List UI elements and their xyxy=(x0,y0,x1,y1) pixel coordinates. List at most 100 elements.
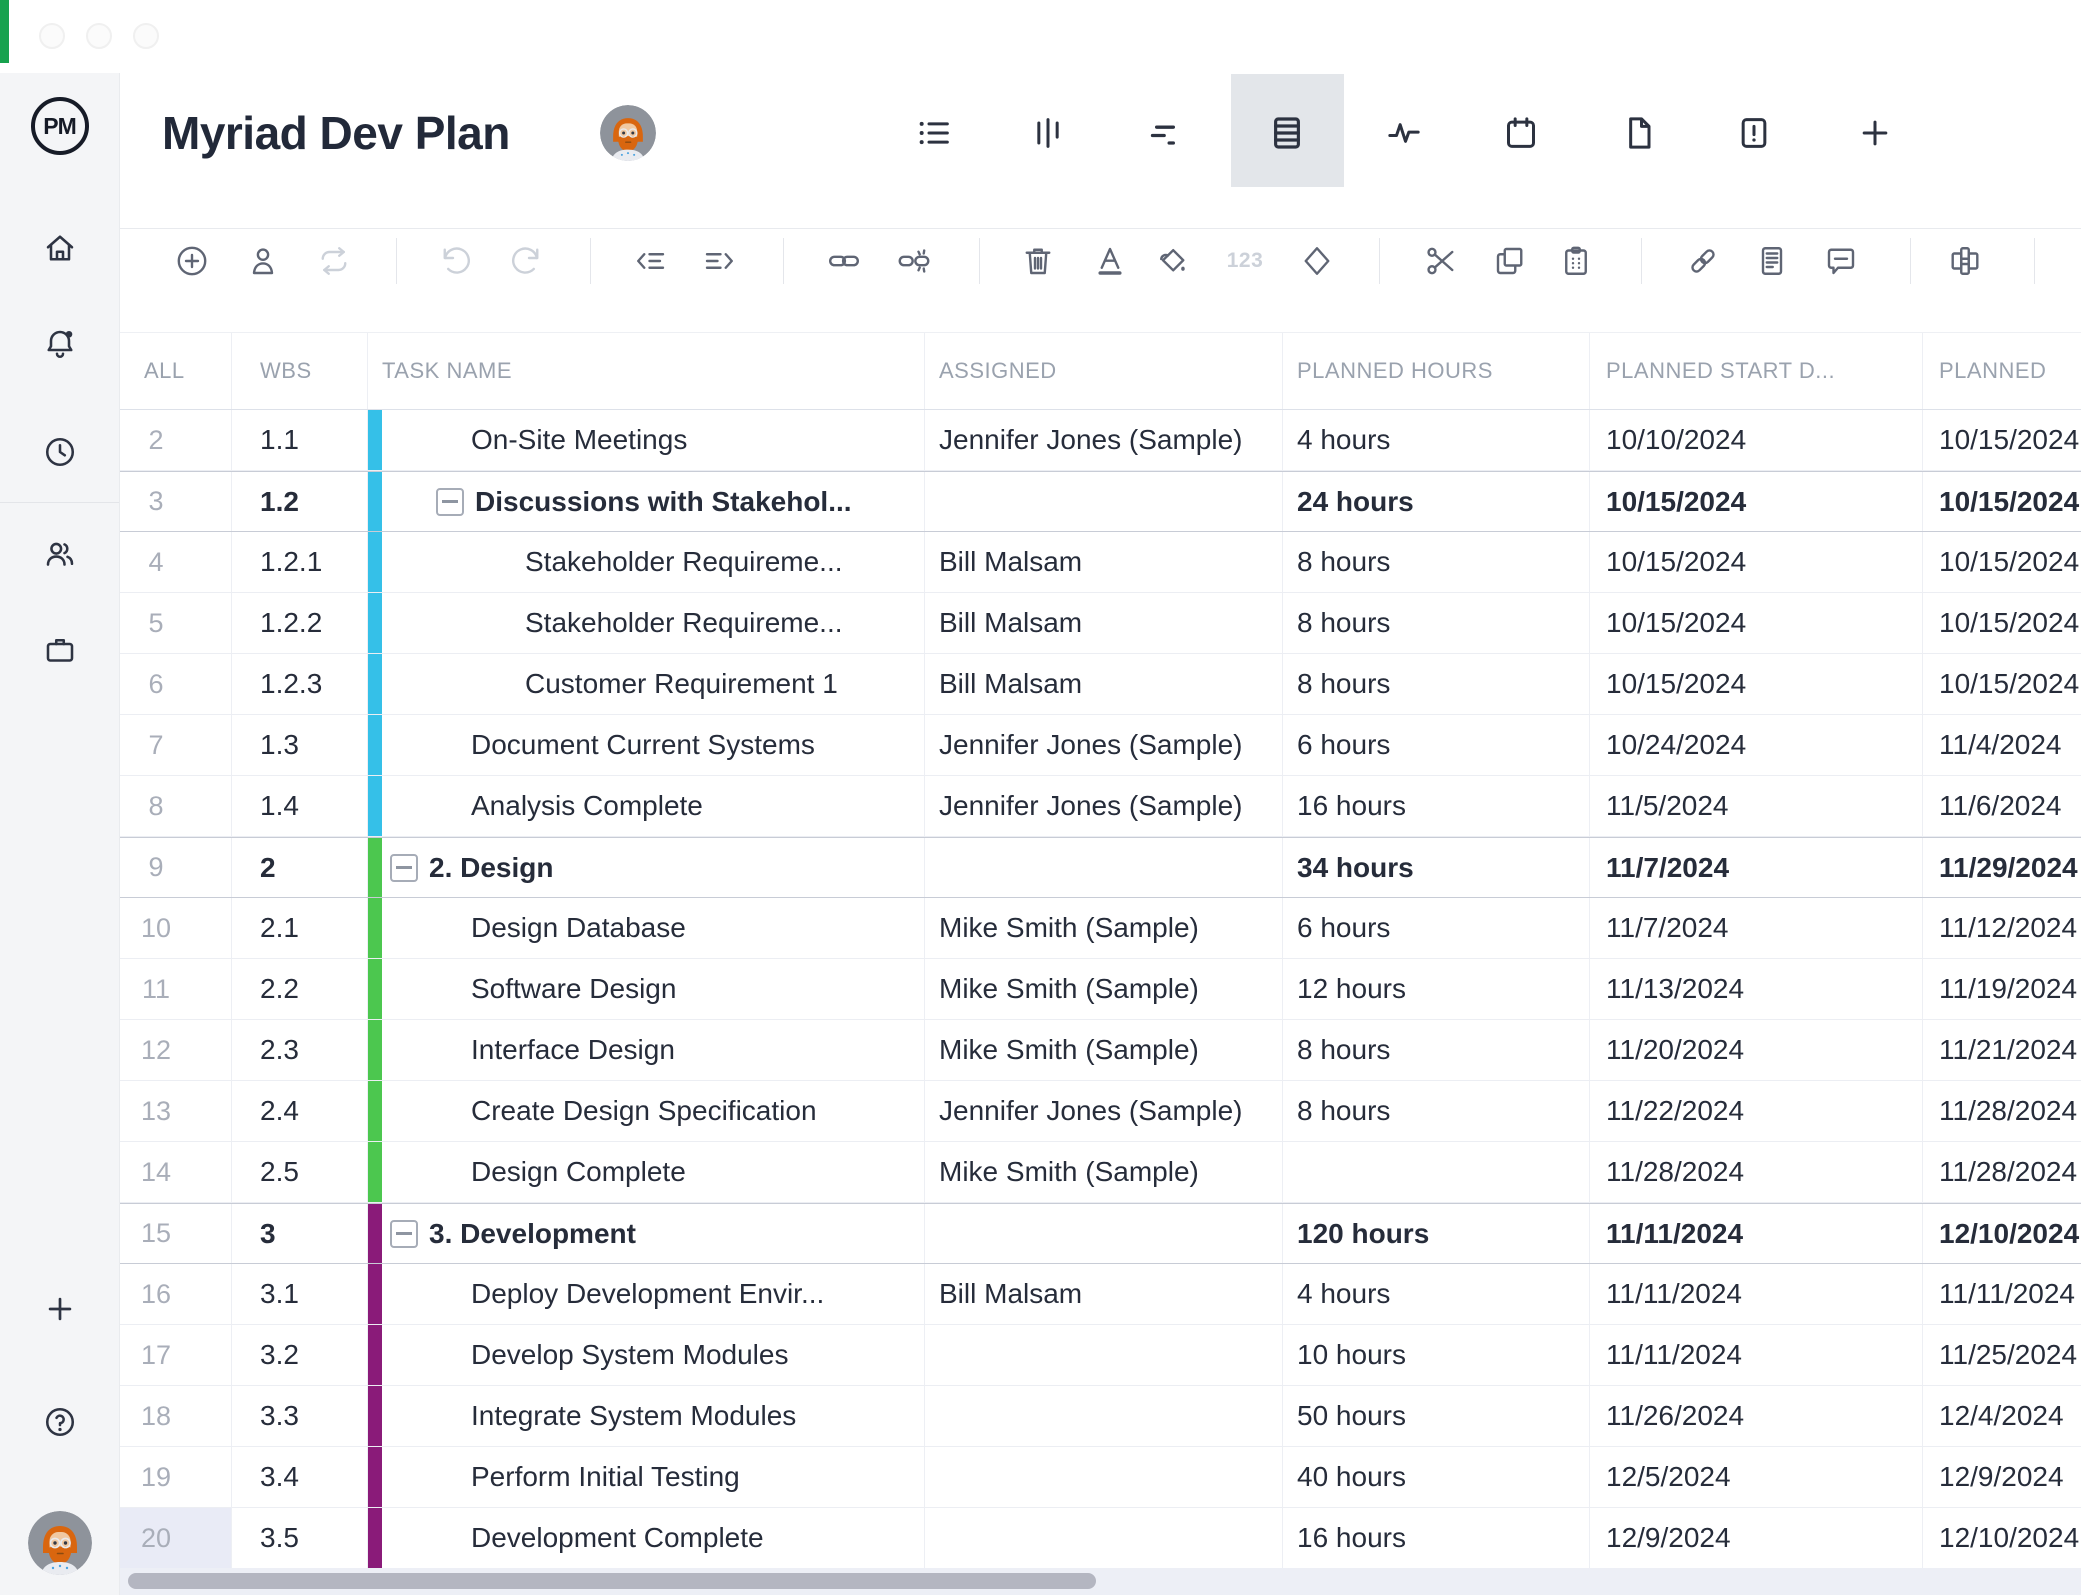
cell-hours[interactable]: 12 hours xyxy=(1283,959,1590,1019)
link-tasks-icon[interactable] xyxy=(821,238,867,284)
cell-assigned[interactable]: Bill Malsam xyxy=(925,654,1283,714)
help-question-icon[interactable] xyxy=(37,1399,83,1445)
pm-logo[interactable]: PM xyxy=(31,97,89,155)
cell-hours[interactable]: 4 hours xyxy=(1283,1264,1590,1324)
cell-num[interactable]: 3 xyxy=(120,472,232,531)
cell-start[interactable]: 11/13/2024 xyxy=(1590,959,1923,1019)
task-row[interactable]: 173.2Develop System Modules10 hours11/11… xyxy=(120,1325,2081,1386)
cell-name[interactable]: Interface Design xyxy=(368,1020,925,1080)
cell-finish[interactable]: 11/29/2024 xyxy=(1923,838,2081,897)
cell-wbs[interactable]: 3.1 xyxy=(232,1264,368,1324)
cell-assigned[interactable]: Jennifer Jones (Sample) xyxy=(925,776,1283,836)
cell-wbs[interactable]: 3.3 xyxy=(232,1386,368,1446)
task-row[interactable]: 1533. Development120 hours11/11/202412/1… xyxy=(120,1203,2081,1264)
collapse-toggle[interactable] xyxy=(390,1220,418,1248)
cell-finish[interactable]: 10/15/2024 xyxy=(1923,472,2081,531)
cell-num[interactable]: 7 xyxy=(120,715,232,775)
user-avatar[interactable] xyxy=(28,1511,92,1575)
cut-scissors-icon[interactable] xyxy=(1418,238,1464,284)
cell-hours[interactable]: 120 hours xyxy=(1283,1204,1590,1263)
cell-num[interactable]: 16 xyxy=(120,1264,232,1324)
cell-assigned[interactable] xyxy=(925,1386,1283,1446)
column-header-hours[interactable]: PLANNED HOURS xyxy=(1283,333,1590,409)
cell-start[interactable]: 11/26/2024 xyxy=(1590,1386,1923,1446)
column-header-name[interactable]: TASK NAME xyxy=(368,333,925,409)
cell-wbs[interactable]: 1.4 xyxy=(232,776,368,836)
cell-wbs[interactable]: 1.2.3 xyxy=(232,654,368,714)
cell-num[interactable]: 10 xyxy=(120,898,232,958)
font-color-icon[interactable] xyxy=(1087,238,1133,284)
team-people-icon[interactable] xyxy=(37,531,83,577)
task-row[interactable]: 142.5Design CompleteMike Smith (Sample)1… xyxy=(120,1142,2081,1203)
cell-assigned[interactable] xyxy=(925,1204,1283,1263)
cell-start[interactable]: 11/7/2024 xyxy=(1590,838,1923,897)
task-row[interactable]: 132.4Create Design SpecificationJennifer… xyxy=(120,1081,2081,1142)
indent-icon[interactable] xyxy=(696,238,742,284)
cell-finish[interactable]: 11/6/2024 xyxy=(1923,776,2081,836)
collapse-toggle[interactable] xyxy=(436,488,464,516)
cell-wbs[interactable]: 2.4 xyxy=(232,1081,368,1141)
add-task-circle-icon[interactable] xyxy=(169,238,215,284)
cell-start[interactable]: 11/11/2024 xyxy=(1590,1204,1923,1263)
task-row[interactable]: 51.2.2Stakeholder Requireme...Bill Malsa… xyxy=(120,593,2081,654)
assign-person-icon[interactable] xyxy=(240,238,286,284)
task-row[interactable]: 81.4Analysis CompleteJennifer Jones (Sam… xyxy=(120,776,2081,837)
cell-finish[interactable]: 10/15/2024 xyxy=(1923,410,2081,470)
cell-name[interactable]: Stakeholder Requireme... xyxy=(368,532,925,592)
column-header-wbs[interactable]: WBS xyxy=(232,333,368,409)
cell-start[interactable]: 11/20/2024 xyxy=(1590,1020,1923,1080)
attachment-link-icon[interactable] xyxy=(1680,238,1726,284)
tab-files-icon[interactable] xyxy=(1613,107,1665,159)
milestone-diamond-icon[interactable] xyxy=(1294,238,1340,284)
cell-hours[interactable]: 8 hours xyxy=(1283,1020,1590,1080)
cell-assigned[interactable]: Mike Smith (Sample) xyxy=(925,1142,1283,1202)
cell-assigned[interactable] xyxy=(925,1508,1283,1568)
cell-start[interactable]: 10/15/2024 xyxy=(1590,532,1923,592)
cell-assigned[interactable]: Bill Malsam xyxy=(925,1264,1283,1324)
tab-gantt-icon[interactable] xyxy=(1139,107,1191,159)
cell-hours[interactable]: 8 hours xyxy=(1283,593,1590,653)
timesheet-clock-icon[interactable] xyxy=(37,429,83,475)
cell-start[interactable]: 10/24/2024 xyxy=(1590,715,1923,775)
cell-name[interactable]: Document Current Systems xyxy=(368,715,925,775)
cell-finish[interactable]: 11/28/2024 xyxy=(1923,1081,2081,1141)
cell-assigned[interactable]: Bill Malsam xyxy=(925,532,1283,592)
cell-wbs[interactable]: 2 xyxy=(232,838,368,897)
cell-num[interactable]: 8 xyxy=(120,776,232,836)
plan-owner-avatar[interactable] xyxy=(600,105,656,161)
cell-start[interactable]: 10/10/2024 xyxy=(1590,410,1923,470)
add-view-plus-icon[interactable] xyxy=(1849,107,1901,159)
cell-finish[interactable]: 11/28/2024 xyxy=(1923,1142,2081,1202)
cell-finish[interactable]: 10/15/2024 xyxy=(1923,532,2081,592)
cell-wbs[interactable]: 1.2 xyxy=(232,472,368,531)
delete-trash-icon[interactable] xyxy=(1015,238,1061,284)
cell-hours[interactable]: 16 hours xyxy=(1283,776,1590,836)
task-row[interactable]: 122.3Interface DesignMike Smith (Sample)… xyxy=(120,1020,2081,1081)
cell-wbs[interactable]: 2.3 xyxy=(232,1020,368,1080)
cell-assigned[interactable] xyxy=(925,472,1283,531)
cell-start[interactable]: 12/9/2024 xyxy=(1590,1508,1923,1568)
task-row[interactable]: 193.4Perform Initial Testing40 hours12/5… xyxy=(120,1447,2081,1508)
cell-num[interactable]: 11 xyxy=(120,959,232,1019)
cell-assigned[interactable] xyxy=(925,838,1283,897)
cell-finish[interactable]: 11/25/2024 xyxy=(1923,1325,2081,1385)
cell-hours[interactable]: 34 hours xyxy=(1283,838,1590,897)
cell-wbs[interactable]: 1.3 xyxy=(232,715,368,775)
cell-num[interactable]: 18 xyxy=(120,1386,232,1446)
cell-start[interactable]: 11/28/2024 xyxy=(1590,1142,1923,1202)
cell-start[interactable]: 10/15/2024 xyxy=(1590,472,1923,531)
cell-num[interactable]: 15 xyxy=(120,1204,232,1263)
cell-hours[interactable]: 50 hours xyxy=(1283,1386,1590,1446)
cell-name[interactable]: Design Database xyxy=(368,898,925,958)
cell-start[interactable]: 11/7/2024 xyxy=(1590,898,1923,958)
column-header-assigned[interactable]: ASSIGNED xyxy=(925,333,1283,409)
horizontal-scrollbar-thumb[interactable] xyxy=(128,1573,1096,1589)
cell-finish[interactable]: 11/4/2024 xyxy=(1923,715,2081,775)
notifications-bell-icon[interactable] xyxy=(37,321,83,367)
cell-finish[interactable]: 12/4/2024 xyxy=(1923,1386,2081,1446)
cell-name[interactable]: On-Site Meetings xyxy=(368,410,925,470)
cell-name[interactable]: Customer Requirement 1 xyxy=(368,654,925,714)
window-minimize-button[interactable] xyxy=(86,23,112,49)
cell-wbs[interactable]: 1.2.1 xyxy=(232,532,368,592)
cell-start[interactable]: 11/22/2024 xyxy=(1590,1081,1923,1141)
